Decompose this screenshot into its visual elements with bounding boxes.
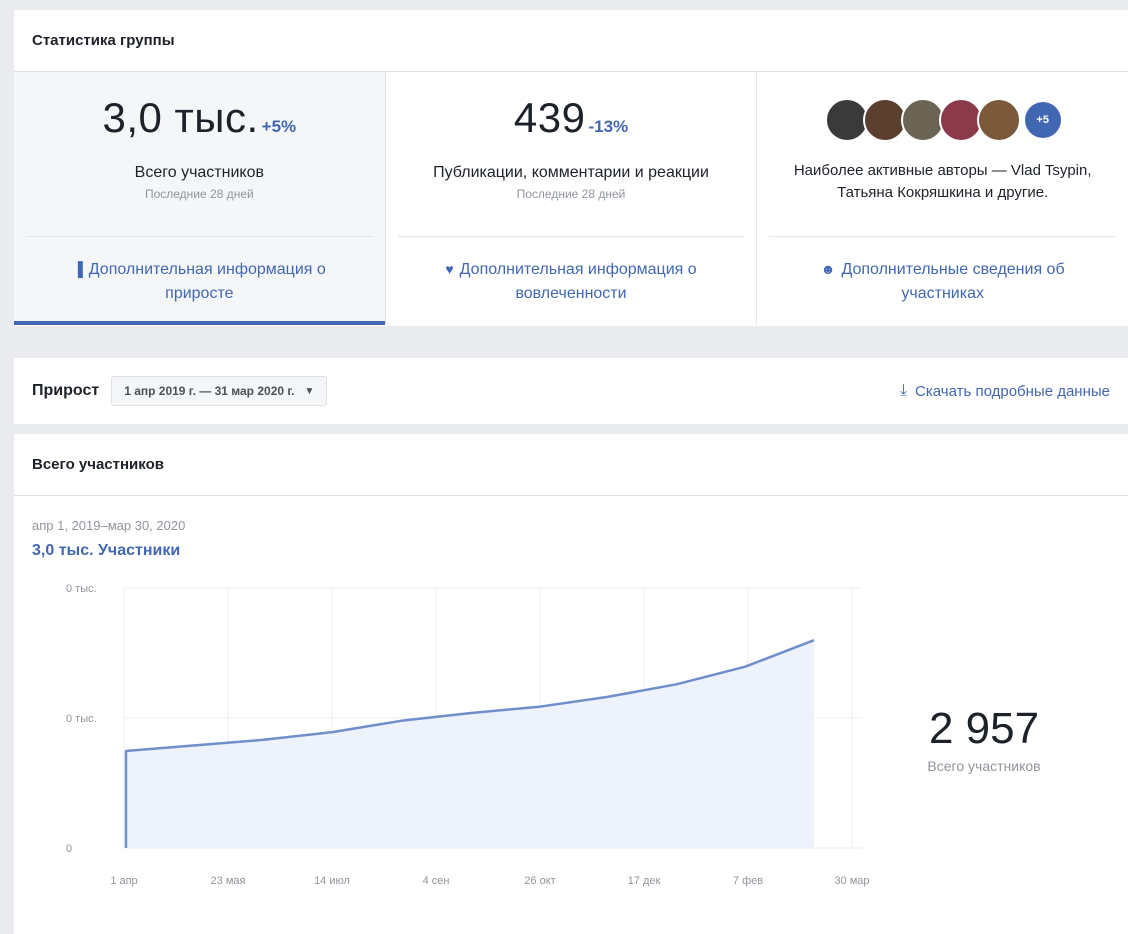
total-members-card: Всего участников апр 1, 2019–мар 30, 202… — [14, 434, 1128, 934]
growth-title: Прирост — [32, 382, 100, 399]
group-stats-card: Статистика группы 3,0 тыс. +5% Всего уча… — [14, 10, 1128, 326]
posts-value: 439 — [513, 94, 586, 141]
members-info-label: Дополнительные сведения об участниках — [841, 260, 1065, 302]
growth-info-link[interactable]: ▐ Дополнительная информация о приросте — [14, 237, 385, 325]
avatar[interactable] — [976, 98, 1021, 142]
x-tick-label: 1 апр — [110, 875, 137, 887]
members-delta: +5% — [261, 117, 297, 136]
x-tick-label: 7 фев — [733, 875, 763, 887]
date-range-value: 1 апр 2019 г. — 31 мар 2020 г. — [124, 384, 295, 398]
side-total: 2 957 Всего участников — [894, 704, 1074, 774]
download-data-link[interactable]: ⤓ Скачать подробные данные — [900, 382, 1110, 400]
download-icon: ⤓ — [899, 382, 908, 399]
y-tick-label: 0 — [66, 843, 72, 855]
members-value: 3,0 тыс. — [102, 94, 259, 141]
engagement-info-link[interactable]: ♥ Дополнительная информация о вовлеченнос… — [386, 237, 757, 325]
members-period: Последние 28 дней — [144, 187, 254, 201]
download-label: Скачать подробные данные — [915, 382, 1110, 400]
stats-title: Статистика группы — [14, 10, 1128, 72]
posts-period: Последние 28 дней — [516, 187, 626, 201]
authors-label: Наиболее активные авторы — Vlad Tsypin, … — [793, 162, 1092, 201]
x-tick-label: 17 дек — [628, 875, 661, 887]
x-tick-label: 30 мар — [834, 875, 869, 887]
date-range-caption: апр 1, 2019–мар 30, 2020 — [32, 518, 186, 533]
x-tick-label: 23 мая — [211, 875, 246, 887]
growth-info-label: Дополнительная информация о приросте — [88, 260, 326, 302]
growth-toolbar: Прирост 1 апр 2019 г. — 31 мар 2020 г. ▼… — [14, 358, 1128, 424]
x-tick-label: 14 июл — [314, 875, 350, 887]
members-chart: 0 0 тыс. 0 тыс. 1 апр 23 мая 14 июл 4 сен 26 ок… — [66, 583, 870, 887]
members-stat[interactable]: 3,0 тыс. +5% Всего участников Последние … — [14, 72, 386, 325]
date-range-select[interactable]: 1 апр 2019 г. — 31 мар 2020 г. ▼ — [111, 376, 328, 406]
bar-chart-icon: ▐ — [72, 260, 83, 277]
people-icon: ☻ — [820, 260, 836, 277]
members-card-title: Всего участников — [14, 434, 1128, 496]
caret-down-icon: ▼ — [304, 385, 315, 397]
y-tick-label: 0 тыс. — [66, 713, 97, 725]
heart-icon: ♥ — [445, 260, 454, 277]
side-total-value: 2 957 — [928, 704, 1040, 753]
authors-stat[interactable]: +5 Наиболее активные авторы — Vlad Tsypi… — [757, 72, 1128, 325]
y-tick-label: 0 тыс. — [66, 583, 97, 595]
x-tick-label: 26 окт — [524, 875, 555, 887]
total-members-link[interactable]: 3,0 тыс. Участники — [32, 542, 180, 560]
side-total-label: Всего участников — [927, 758, 1041, 774]
members-info-link[interactable]: ☻ Дополнительные сведения об участниках — [757, 237, 1128, 325]
series-area — [126, 640, 814, 848]
posts-stat[interactable]: 439 -13% Публикации, комментарии и реакц… — [386, 72, 758, 325]
engagement-info-label: Дополнительная информация о вовлеченност… — [459, 260, 697, 302]
x-tick-label: 4 сен — [423, 875, 450, 887]
members-label: Всего участников — [134, 164, 264, 181]
avatar-group: +5 — [824, 98, 1061, 142]
posts-delta: -13% — [588, 117, 629, 136]
posts-label: Публикации, комментарии и реакции — [433, 164, 709, 181]
more-authors-badge[interactable]: +5 — [1024, 102, 1061, 138]
